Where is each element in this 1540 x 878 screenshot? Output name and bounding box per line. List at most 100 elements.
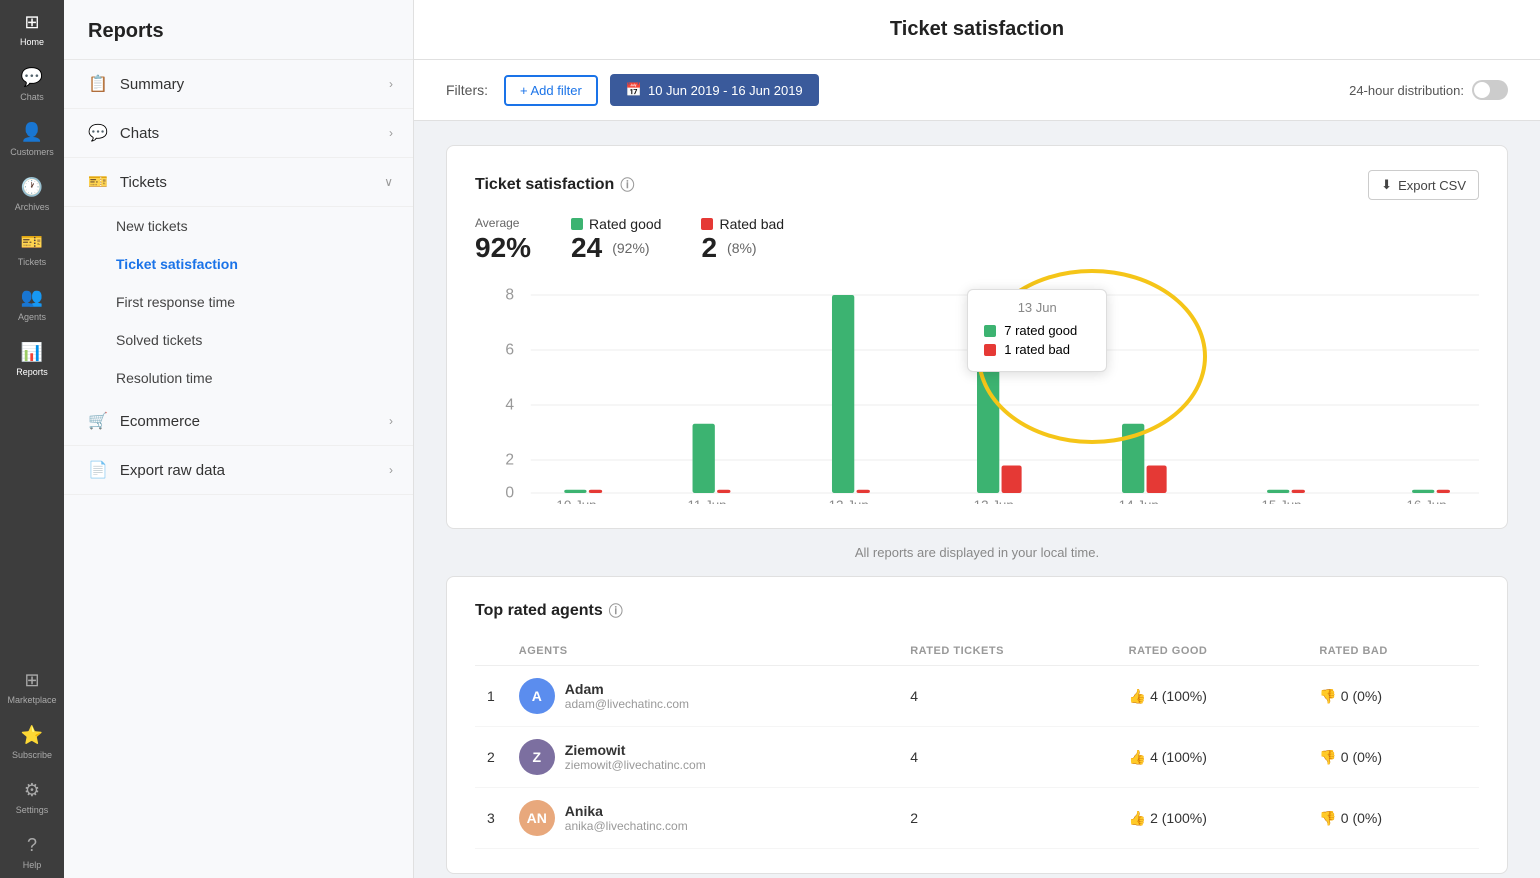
customers-label: Customers	[10, 147, 54, 157]
settings-label: Settings	[16, 805, 49, 815]
sidebar-item-ecommerce[interactable]: 🛒 Ecommerce ›	[64, 397, 413, 446]
archives-label: Archives	[15, 202, 50, 212]
sidebar-item-customers[interactable]: 👤 Customers	[0, 110, 64, 165]
sidebar-item-summary[interactable]: 📋 Summary ›	[64, 60, 413, 109]
sub-item-ticket-satisfaction[interactable]: Ticket satisfaction	[64, 245, 413, 283]
sidebar-item-marketplace[interactable]: ⊞ Marketplace	[0, 658, 64, 713]
rated-good-value: 24	[571, 232, 602, 264]
svg-text:4: 4	[505, 396, 514, 413]
svg-text:15 Jun: 15 Jun	[1261, 498, 1301, 504]
agent-cell-0: A Adam adam@livechatinc.com	[507, 666, 898, 727]
top-agents-info-icon[interactable]: ⓘ	[609, 601, 623, 621]
distribution-toggle[interactable]	[1472, 80, 1508, 100]
main-scrollable: Ticket satisfaction ⓘ ⬇ Export CSV Avera…	[414, 121, 1540, 878]
marketplace-label: Marketplace	[7, 695, 56, 705]
rated-good-stat: Rated good 24 (92%)	[571, 216, 661, 264]
svg-text:8: 8	[505, 286, 514, 303]
top-agents-title: Top rated agents ⓘ	[475, 601, 1479, 621]
filters-label: Filters:	[446, 82, 488, 98]
rated-tickets-cell: 2	[898, 788, 1116, 849]
export-label: Export raw data	[120, 462, 225, 479]
summary-label: Summary	[120, 76, 184, 93]
subscribe-label: Subscribe	[12, 750, 52, 760]
tooltip-rated-good-row: 7 rated good	[984, 323, 1090, 338]
rank-cell: 1	[475, 666, 507, 727]
filters-bar: Filters: + Add filter 📅 10 Jun 2019 - 16…	[414, 60, 1540, 121]
agents-icon: 👥	[21, 287, 43, 308]
page-title: Ticket satisfaction	[646, 18, 1308, 41]
sidebar-item-help[interactable]: ? Help	[0, 823, 64, 878]
avatar: AN	[519, 800, 555, 836]
sidebar-item-chats[interactable]: 💬 Chats	[0, 55, 64, 110]
avatar: A	[519, 678, 555, 714]
sidebar-item-tickets-nav[interactable]: 🎫 Tickets ∨	[64, 158, 413, 207]
svg-text:14 Jun: 14 Jun	[1119, 498, 1159, 504]
rated-bad-cell: 👎0 (0%)	[1307, 727, 1479, 788]
good-dot	[571, 218, 583, 230]
chats-nav-icon: 💬	[88, 123, 108, 143]
svg-text:10 Jun: 10 Jun	[556, 498, 596, 504]
agent-email: anika@livechatinc.com	[565, 819, 688, 833]
rated-good-label: Rated good	[589, 216, 661, 232]
col-rated-tickets: RATED TICKETS	[898, 637, 1116, 666]
tickets-nav-icon: 🎫	[88, 172, 108, 192]
rated-tickets-cell: 4	[898, 666, 1116, 727]
settings-icon: ⚙	[24, 780, 40, 801]
add-filter-button[interactable]: + Add filter	[504, 75, 598, 106]
rated-bad-cell: 👎0 (0%)	[1307, 666, 1479, 727]
rated-tickets-cell: 4	[898, 727, 1116, 788]
sidebar-item-export-raw-data[interactable]: 📄 Export raw data ›	[64, 446, 413, 495]
reports-icon: 📊	[21, 342, 43, 363]
chats-nav-label: Chats	[120, 125, 159, 142]
download-icon: ⬇	[1381, 177, 1392, 193]
help-icon: ?	[27, 835, 37, 856]
rated-good-cell: 👍4 (100%)	[1117, 666, 1308, 727]
rated-bad-pct: (8%)	[727, 240, 757, 256]
ecommerce-label: Ecommerce	[120, 413, 200, 430]
subscribe-icon: ⭐	[21, 725, 43, 746]
tooltip-bad-dot	[984, 344, 996, 356]
icon-bar: ⊞ Home 💬 Chats 👤 Customers 🕐 Archives 🎫 …	[0, 0, 64, 878]
sidebar-item-tickets[interactable]: 🎫 Tickets	[0, 220, 64, 275]
rated-good-pct: (92%)	[612, 240, 649, 256]
svg-text:16 Jun: 16 Jun	[1406, 498, 1446, 504]
chart-tooltip: 13 Jun 7 rated good 1 rated bad	[967, 289, 1107, 372]
sidebar-item-reports[interactable]: 📊 Reports	[0, 330, 64, 385]
tooltip-rated-bad: 1 rated bad	[1004, 342, 1070, 357]
chart-stats-row: Average 92% Rated good 24 (92%)	[475, 216, 1479, 264]
summary-icon: 📋	[88, 74, 108, 94]
customers-icon: 👤	[21, 122, 43, 143]
agents-label: Agents	[18, 312, 46, 322]
date-range-button[interactable]: 📅 10 Jun 2019 - 16 Jun 2019	[610, 74, 819, 106]
rated-bad-label: Rated bad	[719, 216, 784, 232]
sidebar-item-settings[interactable]: ⚙ Settings	[0, 768, 64, 823]
sidebar-title: Reports	[64, 0, 413, 60]
rated-bad-value: 2	[701, 232, 717, 264]
svg-text:11 Jun: 11 Jun	[687, 498, 726, 504]
sub-item-new-tickets[interactable]: New tickets	[64, 207, 413, 245]
reports-label: Reports	[16, 367, 48, 377]
export-icon: 📄	[88, 460, 108, 480]
svg-text:6: 6	[505, 341, 514, 358]
bar-chart: 13 Jun 7 rated good 1 rated bad	[475, 284, 1479, 504]
archives-icon: 🕐	[21, 177, 43, 198]
agent-name: Adam	[565, 681, 689, 697]
sub-item-solved-tickets[interactable]: Solved tickets	[64, 321, 413, 359]
sidebar-item-agents[interactable]: 👥 Agents	[0, 275, 64, 330]
rated-bad-cell: 👎0 (0%)	[1307, 788, 1479, 849]
agent-cell-1: Z Ziemowit ziemowit@livechatinc.com	[507, 727, 898, 788]
sidebar-item-subscribe[interactable]: ⭐ Subscribe	[0, 713, 64, 768]
summary-chevron-icon: ›	[389, 77, 393, 91]
sub-item-resolution-time[interactable]: Resolution time	[64, 359, 413, 397]
sidebar-item-chats-nav[interactable]: 💬 Chats ›	[64, 109, 413, 158]
info-icon[interactable]: ⓘ	[620, 175, 634, 195]
rated-good-cell: 👍4 (100%)	[1117, 727, 1308, 788]
sidebar-item-archives[interactable]: 🕐 Archives	[0, 165, 64, 220]
tooltip-date: 13 Jun	[984, 300, 1090, 315]
average-stat: Average 92%	[475, 216, 531, 264]
sub-item-first-response-time[interactable]: First response time	[64, 283, 413, 321]
sidebar-item-home[interactable]: ⊞ Home	[0, 0, 64, 55]
agent-name: Ziemowit	[565, 742, 706, 758]
export-csv-button[interactable]: ⬇ Export CSV	[1368, 170, 1479, 200]
rated-good-cell: 👍2 (100%)	[1117, 788, 1308, 849]
